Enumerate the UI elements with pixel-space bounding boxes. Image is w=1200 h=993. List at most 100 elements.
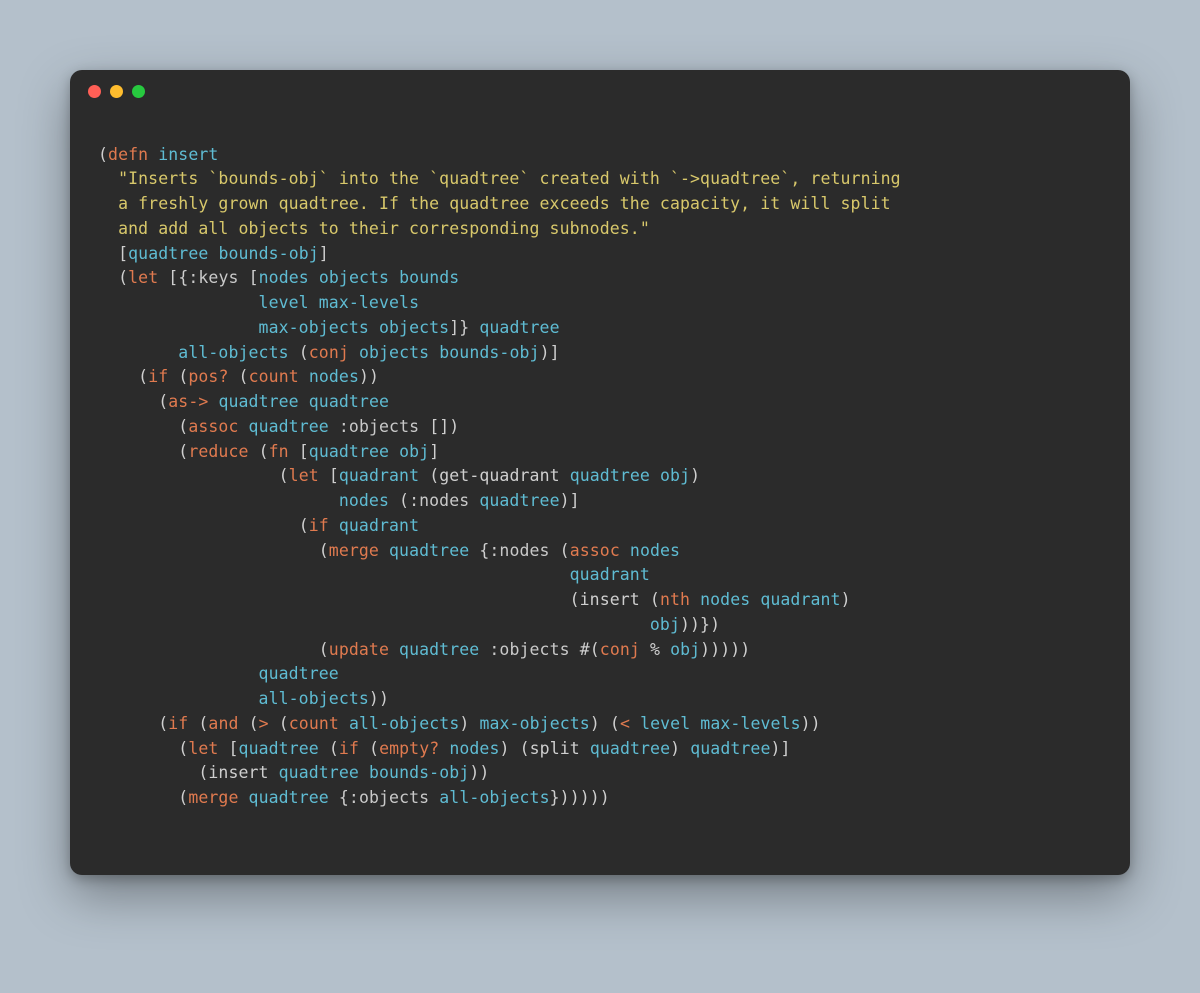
code-token: insert	[158, 145, 218, 164]
code-token: "Inserts `bounds-obj` into the `quadtree…	[118, 169, 901, 188]
code-token: ))	[801, 714, 821, 733]
code-token: bounds	[399, 268, 459, 287]
code-token: (	[279, 714, 289, 733]
code-token: quadtree	[218, 392, 298, 411]
code-token: (	[178, 442, 188, 461]
code-token: empty?	[379, 739, 439, 758]
code-token: {	[479, 541, 489, 560]
code-token: quadrant	[570, 565, 650, 584]
code-token: fn	[269, 442, 289, 461]
code-token: })))))	[550, 788, 610, 807]
code-token: (	[299, 516, 309, 535]
code-token: (	[158, 392, 168, 411]
code-token: )))))	[700, 640, 750, 659]
code-token: )]	[540, 343, 560, 362]
code-token	[239, 268, 249, 287]
code-token: if	[168, 714, 188, 733]
code-token: defn	[108, 145, 148, 164]
code-token: all-objects	[178, 343, 288, 362]
code-token: nodes	[700, 590, 750, 609]
code-token: (	[158, 714, 168, 733]
code-token: assoc	[570, 541, 620, 560]
code-token: (	[650, 590, 660, 609]
code-token: )	[841, 590, 851, 609]
code-token: :objects	[349, 788, 429, 807]
code-token: nodes	[339, 491, 389, 510]
code-token: (	[259, 442, 269, 461]
code-token: all-objects	[259, 689, 369, 708]
code-token: )	[459, 714, 469, 733]
code-token: (	[369, 739, 379, 758]
code-token: quadtree	[279, 763, 359, 782]
code-token: )	[500, 739, 510, 758]
code-token: )]	[560, 491, 580, 510]
code-token: (	[249, 714, 259, 733]
code-token: (	[198, 714, 208, 733]
code-token: (	[118, 268, 128, 287]
code-token: bounds-obj	[218, 244, 318, 263]
titlebar	[70, 70, 1130, 112]
close-icon[interactable]	[88, 85, 101, 98]
code-token: (	[178, 739, 188, 758]
code-token: {	[339, 788, 349, 807]
code-token: nodes	[449, 739, 499, 758]
code-token: obj	[650, 615, 680, 634]
code-token: <	[620, 714, 630, 733]
minimize-icon[interactable]	[110, 85, 123, 98]
code-token: (	[299, 343, 309, 362]
code-token: count	[249, 367, 299, 386]
code-token: :nodes	[489, 541, 549, 560]
code-token: :nodes	[409, 491, 469, 510]
code-token: (	[239, 367, 249, 386]
code-token: (	[138, 367, 148, 386]
code-token: %	[650, 640, 660, 659]
code-token: let	[289, 466, 319, 485]
code-token: quadtree	[389, 541, 469, 560]
code-token: [	[299, 442, 309, 461]
code-token: >	[259, 714, 269, 733]
code-token: ))	[469, 763, 489, 782]
editor-window: ( defn insert "Inserts `bounds-obj` into …	[70, 70, 1130, 875]
code-token: and add all objects to their correspondi…	[118, 219, 650, 238]
code-token: bounds-obj	[369, 763, 469, 782]
code-token: (	[279, 466, 289, 485]
code-token: ))})	[680, 615, 720, 634]
code-token: quadtree	[570, 466, 650, 485]
code-token: (	[178, 788, 188, 807]
code-token: (	[570, 590, 580, 609]
code-token: )	[690, 466, 700, 485]
code-token: [	[329, 466, 339, 485]
code-token: and	[208, 714, 238, 733]
code-token: nodes	[630, 541, 680, 560]
code-token: [{	[168, 268, 188, 287]
code-token: (	[319, 541, 329, 560]
code-token: ]	[319, 244, 329, 263]
code-token: conj	[309, 343, 349, 362]
code-token: objects	[379, 318, 449, 337]
code-token: count	[289, 714, 339, 733]
code-token: obj	[660, 466, 690, 485]
code-token: if	[339, 739, 359, 758]
code-content[interactable]: ( defn insert "Inserts `bounds-obj` into …	[70, 129, 1130, 859]
code-token: ]	[429, 442, 439, 461]
code-token: pos?	[188, 367, 228, 386]
code-token: quadtree	[249, 417, 329, 436]
code-token: max-objects	[259, 318, 369, 337]
code-token: )	[590, 714, 600, 733]
code-token: (	[520, 739, 530, 758]
code-token: all-objects	[439, 788, 549, 807]
code-token: quadtree	[249, 788, 329, 807]
code-token: max-levels	[700, 714, 800, 733]
code-token: as->	[168, 392, 208, 411]
code-token: quadtree	[259, 664, 339, 683]
code-token: objects	[359, 343, 429, 362]
code-token: level	[259, 293, 309, 312]
code-token: nodes	[309, 367, 359, 386]
code-token: quadtree	[690, 739, 770, 758]
code-token: insert	[208, 763, 268, 782]
zoom-icon[interactable]	[132, 85, 145, 98]
code-token: objects	[319, 268, 389, 287]
code-token: quadtree	[239, 739, 319, 758]
code-token: (	[178, 367, 188, 386]
code-token: if	[309, 516, 329, 535]
